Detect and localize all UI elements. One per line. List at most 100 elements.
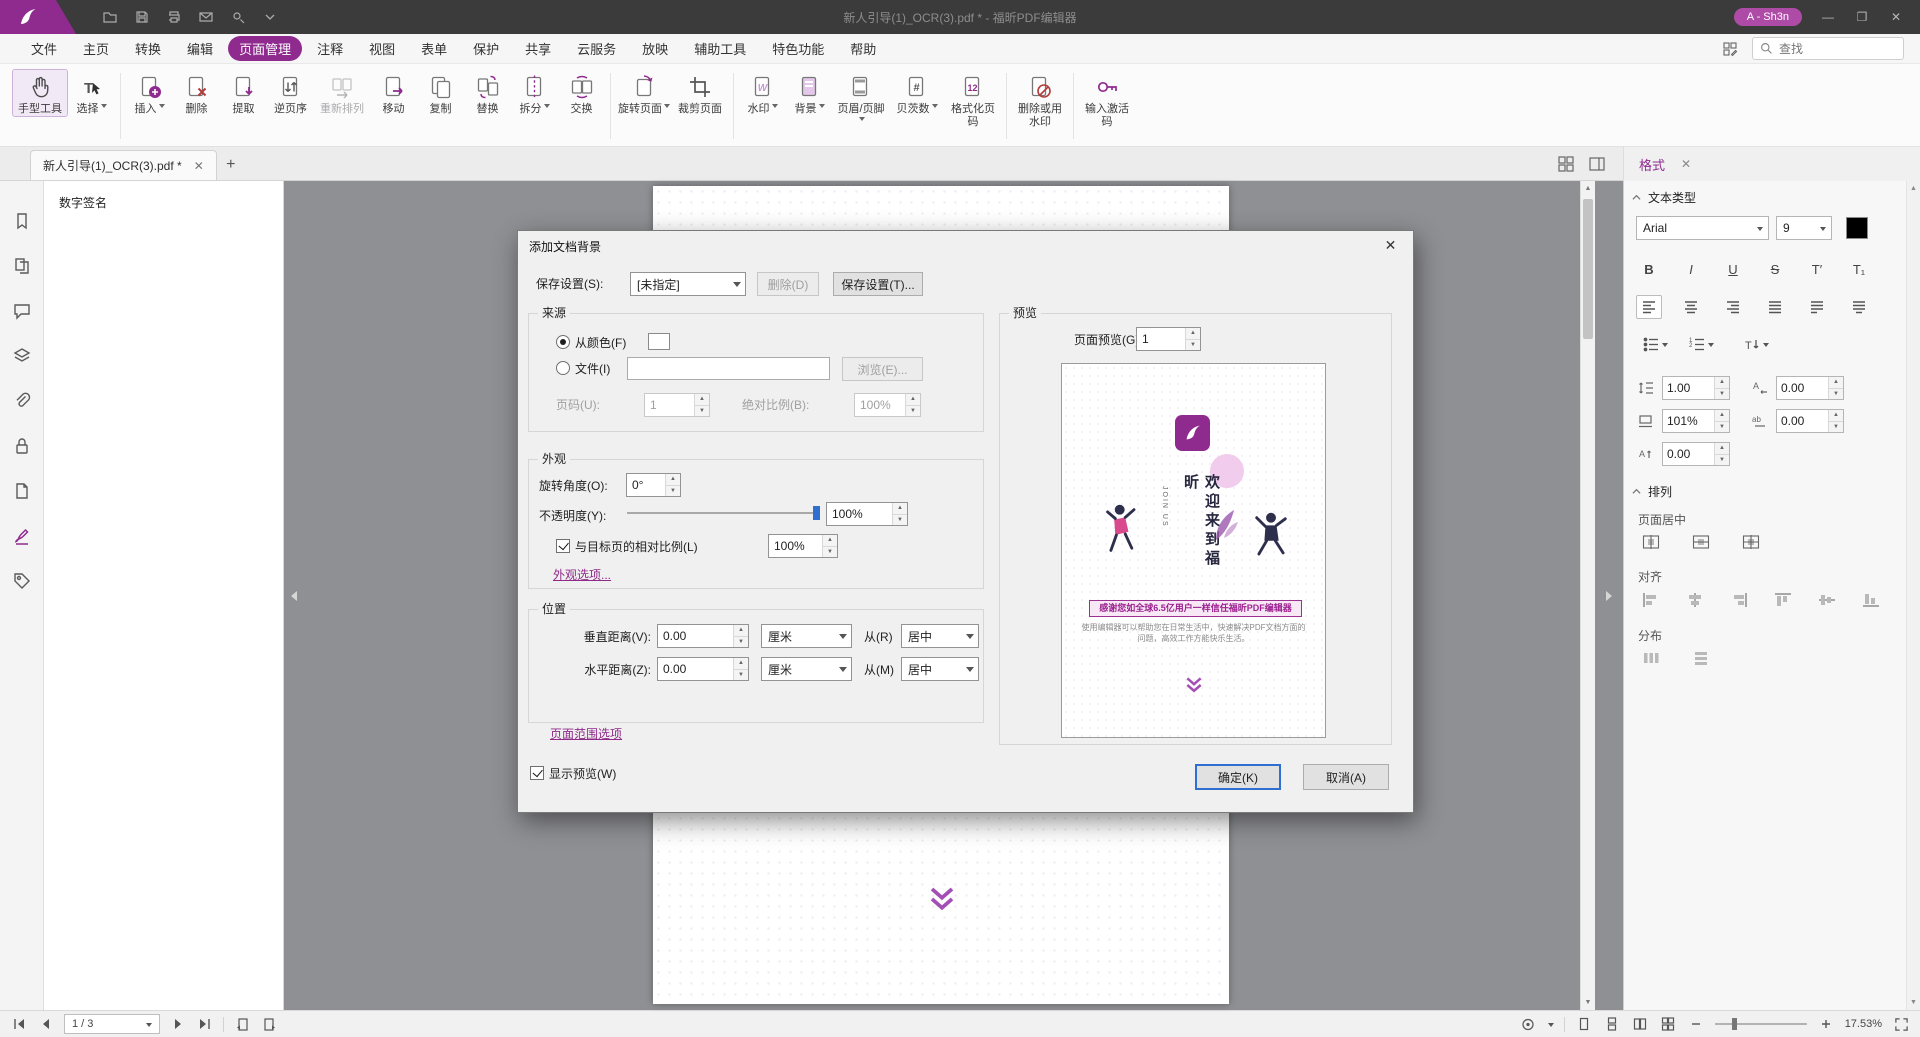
spin-down-icon[interactable]: ▼ — [823, 547, 837, 558]
previous-page-icon[interactable] — [37, 1015, 55, 1033]
last-page-icon[interactable] — [196, 1015, 214, 1033]
spin-down-icon[interactable]: ▼ — [1715, 389, 1729, 400]
page-number-spinner[interactable]: ▲▼ — [644, 393, 710, 417]
search-box[interactable] — [1752, 37, 1904, 60]
facing-continuous-view-icon[interactable] — [1659, 1015, 1677, 1033]
ribbon-tool-rotate-pages[interactable]: 旋转页面 — [616, 69, 672, 117]
distribute-vertically-button[interactable] — [1686, 646, 1716, 670]
vertical-anchor-select[interactable]: 居中 — [901, 624, 979, 648]
distribute-horizontally-button[interactable] — [1636, 646, 1666, 670]
side-panel-icon[interactable] — [1588, 155, 1606, 173]
account-badge[interactable]: A - Sh3n — [1734, 8, 1802, 26]
ribbon-tool-background[interactable]: 背景 — [786, 69, 833, 117]
ribbon-tool-hand[interactable]: 手型工具 — [12, 69, 68, 117]
page-number-combo[interactable]: 1 / 3 — [64, 1014, 160, 1034]
customize-toolbar-icon[interactable] — [1722, 41, 1738, 57]
spin-up-icon[interactable]: ▲ — [666, 474, 680, 486]
ribbon-tool-reverse-order[interactable]: 逆页序 — [267, 69, 314, 117]
format-panel-tab[interactable]: 格式 ✕ — [1623, 147, 1920, 181]
single-page-view-icon[interactable] — [1575, 1015, 1593, 1033]
align-objects-top-button[interactable] — [1768, 588, 1798, 612]
browse-button[interactable]: 浏览(E)... — [842, 357, 923, 381]
document-vertical-scrollbar[interactable]: ▲ ▼ — [1580, 181, 1595, 1010]
font-color-swatch[interactable] — [1846, 217, 1868, 239]
facing-view-icon[interactable] — [1631, 1015, 1649, 1033]
continuous-view-icon[interactable] — [1603, 1015, 1621, 1033]
ribbon-tool-insert[interactable]: 插入 — [126, 69, 173, 117]
vertical-unit-select[interactable]: 厘米 — [761, 624, 852, 648]
fullscreen-icon[interactable] — [1892, 1015, 1910, 1033]
vertical-distance-spinner[interactable]: ▲▼ — [657, 624, 749, 648]
spin-down-icon[interactable]: ▼ — [695, 406, 709, 417]
spin-down-icon[interactable]: ▼ — [734, 637, 748, 648]
relative-scale-checkbox[interactable] — [556, 539, 570, 553]
ribbon-tool-move[interactable]: 移动 — [370, 69, 417, 117]
chevron-down-icon[interactable] — [1548, 1023, 1554, 1030]
align-left-button[interactable] — [1636, 295, 1662, 319]
attachments-icon[interactable] — [12, 391, 32, 411]
horizontal-unit-select[interactable]: 厘米 — [761, 657, 852, 681]
scroll-up-icon[interactable]: ▲ — [1910, 185, 1917, 192]
spin-down-icon[interactable]: ▼ — [734, 670, 748, 681]
from-file-radio[interactable] — [556, 361, 570, 375]
ribbon-tool-rearrange[interactable]: 重新排列 — [314, 69, 370, 117]
show-preview-checkbox[interactable] — [530, 766, 544, 780]
menu-item-page-management[interactable]: 页面管理 — [228, 36, 302, 61]
zoom-in-icon[interactable] — [1817, 1015, 1835, 1033]
text-direction-button[interactable]: T — [1737, 332, 1775, 356]
spin-down-icon[interactable]: ▼ — [906, 406, 920, 417]
format-tab-close-icon[interactable]: ✕ — [1681, 157, 1691, 171]
menu-item-file[interactable]: 文件 — [20, 36, 68, 61]
settings-pen-icon[interactable] — [230, 9, 246, 25]
relative-scale-spinner[interactable]: ▲▼ — [768, 534, 838, 558]
font-family-select[interactable]: Arial — [1636, 216, 1769, 240]
tags-icon[interactable] — [12, 571, 32, 591]
menu-item-comment[interactable]: 注释 — [306, 36, 354, 61]
spin-up-icon[interactable]: ▲ — [1715, 443, 1729, 455]
cancel-button[interactable]: 取消(A) — [1303, 764, 1389, 790]
line-spacing-spinner[interactable]: ▲▼ — [1662, 376, 1730, 400]
center-horizontally-button[interactable] — [1636, 530, 1666, 554]
previous-view-icon[interactable] — [233, 1015, 251, 1033]
arrange-section-header[interactable]: 排列 — [1632, 483, 1672, 500]
expand-right-panel-handle[interactable] — [1605, 574, 1617, 618]
italic-button[interactable]: I — [1678, 257, 1704, 281]
spin-down-icon[interactable]: ▼ — [1186, 340, 1200, 351]
dialog-close-icon[interactable]: ✕ — [1368, 231, 1413, 260]
zoom-out-icon[interactable] — [1687, 1015, 1705, 1033]
spin-up-icon[interactable]: ▲ — [893, 503, 907, 515]
menu-item-protect[interactable]: 保护 — [462, 36, 510, 61]
ribbon-tool-header-footer[interactable]: 页眉/页脚 — [833, 69, 889, 130]
spin-up-icon[interactable]: ▲ — [1715, 410, 1729, 422]
close-button[interactable]: ✕ — [1888, 10, 1904, 24]
ribbon-tool-bates[interactable]: # 贝茨数 — [889, 69, 945, 117]
document-tab[interactable]: 新人引导(1)_OCR(3).pdf * ✕ — [30, 150, 217, 180]
horizontal-distance-spinner[interactable]: ▲▼ — [657, 657, 749, 681]
horizontal-scale-spinner[interactable]: ▲▼ — [1662, 409, 1730, 433]
menu-item-form[interactable]: 表单 — [410, 36, 458, 61]
spin-down-icon[interactable]: ▼ — [1829, 422, 1843, 433]
page-preview-spinner[interactable]: ▲▼ — [1136, 327, 1201, 351]
font-size-select[interactable]: 9 — [1776, 216, 1832, 240]
layers-icon[interactable] — [12, 346, 32, 366]
first-page-icon[interactable] — [10, 1015, 28, 1033]
align-objects-center-button[interactable] — [1680, 588, 1710, 612]
foxit-logo-icon[interactable] — [0, 0, 76, 34]
opacity-slider-thumb[interactable] — [813, 506, 820, 520]
thumbnail-grid-icon[interactable] — [1557, 155, 1575, 173]
file-path-input[interactable] — [627, 357, 830, 380]
ribbon-tool-extract[interactable]: 提取 — [220, 69, 267, 117]
ribbon-tool-delete[interactable]: 删除 — [173, 69, 220, 117]
open-folder-icon[interactable] — [102, 9, 118, 25]
spin-down-icon[interactable]: ▼ — [666, 486, 680, 497]
spin-up-icon[interactable]: ▲ — [823, 535, 837, 547]
next-page-icon[interactable] — [169, 1015, 187, 1033]
search-input[interactable] — [1779, 42, 1896, 56]
menu-item-cloud[interactable]: 云服务 — [566, 36, 627, 61]
spin-up-icon[interactable]: ▲ — [1829, 377, 1843, 389]
ribbon-tool-copy[interactable]: 复制 — [417, 69, 464, 117]
horizontal-anchor-select[interactable]: 居中 — [901, 657, 979, 681]
maximize-button[interactable]: ❐ — [1854, 10, 1870, 24]
ribbon-tool-swap[interactable]: 交换 — [558, 69, 605, 117]
text-type-section-header[interactable]: 文本类型 — [1632, 189, 1696, 206]
